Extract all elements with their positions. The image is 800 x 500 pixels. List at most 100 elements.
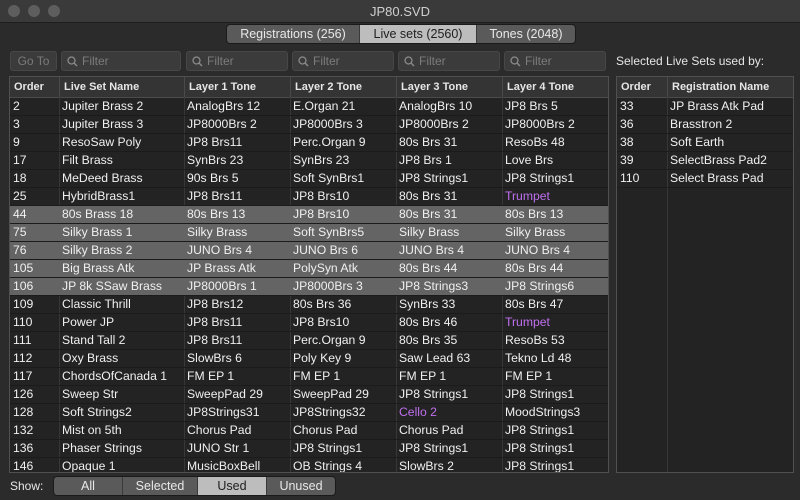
table-cell: Cello 2 — [399, 405, 437, 419]
table-cell: ResoBs 48 — [505, 135, 565, 149]
show-label: Show: — [10, 479, 44, 493]
tab-registrations[interactable]: Registrations (256) — [227, 25, 360, 43]
show-used-option[interactable]: Used — [198, 477, 267, 495]
table-row[interactable]: 111 Stand Tall 2 JP8 Brs11 Perc.Organ 9 80s … — [10, 332, 608, 350]
registration-row[interactable]: 36 Brasstron 2 — [617, 116, 793, 134]
table-cell: 75 — [13, 225, 27, 239]
search-icon — [404, 55, 415, 66]
table-row[interactable]: 2 Jupiter Brass 2 AnalogBrs 12 E.Organ 21 An… — [10, 98, 608, 116]
table-cell: 90s Brs 5 — [187, 171, 239, 185]
filter-layer2-input[interactable] — [309, 54, 393, 68]
table-cell: 44 — [13, 207, 27, 221]
registration-cell: Brasstron 2 — [670, 117, 733, 131]
table-row[interactable]: 105 Big Brass Atk JP Brass Atk PolySyn Atk 8… — [10, 260, 608, 278]
show-filter-segment: All Selected Used Unused — [53, 476, 336, 496]
table-row[interactable]: 75 Silky Brass 1 Silky Brass Soft SynBrs5 Si… — [10, 224, 608, 242]
table-cell: JP8000Brs 2 — [187, 117, 257, 131]
table-cell: JP8000Brs 3 — [293, 279, 363, 293]
table-cell: Jupiter Brass 3 — [62, 117, 144, 131]
table-row[interactable]: 9 ResoSaw Poly JP8 Brs11 Perc.Organ 9 80s Br… — [10, 134, 608, 152]
table-row[interactable]: 3 Jupiter Brass 3 JP8000Brs 2 JP8000Brs 3 JP… — [10, 116, 608, 134]
right-column-header-order[interactable]: Order — [617, 77, 667, 97]
column-header-order[interactable]: Order — [10, 77, 59, 97]
right-table-body: 33 JP Brass Atk Pad 36 Brasstron 2 38 Soft Ea… — [617, 98, 793, 188]
table-cell: JP8 Brs 1 — [399, 153, 452, 167]
column-header-layer4[interactable]: Layer 4 Tone — [502, 77, 608, 97]
table-row[interactable]: 146 Opaque 1 MusicBoxBell OB Strings 4 SlowB… — [10, 458, 608, 473]
table-cell: JP8 Strings1 — [505, 459, 575, 473]
table-row[interactable]: 126 Sweep Str SweepPad 29 SweepPad 29 JP8 St… — [10, 386, 608, 404]
table-row[interactable]: 109 Classic Thrill JP8 Brs12 80s Brs 36 SynB… — [10, 296, 608, 314]
filter-name-input[interactable] — [78, 54, 162, 68]
table-row[interactable]: 136 Phaser Strings JUNO Str 1 JP8 Strings1 J… — [10, 440, 608, 458]
filter-layer2-field[interactable] — [292, 51, 394, 71]
registration-row[interactable]: 110 Select Brass Pad — [617, 170, 793, 188]
table-cell: JP8 Brs10 — [293, 189, 350, 203]
table-row[interactable]: 76 Silky Brass 2 JUNO Brs 4 JUNO Brs 6 JUNO … — [10, 242, 608, 260]
tab-live-sets[interactable]: Live sets (2560) — [360, 25, 477, 43]
filter-layer1-field[interactable] — [186, 51, 288, 71]
table-cell: AnalogBrs 12 — [187, 99, 261, 113]
registration-row[interactable]: 38 Soft Earth — [617, 134, 793, 152]
table-cell: Sweep Str — [62, 387, 119, 401]
table-cell: JP8000Brs 1 — [187, 279, 257, 293]
table-cell: JP8 Brs11 — [187, 135, 243, 149]
filter-name-field[interactable] — [61, 51, 181, 71]
table-cell: JP8 Brs11 — [187, 333, 243, 347]
filter-layer3-input[interactable] — [415, 54, 499, 68]
filter-layer1-input[interactable] — [203, 54, 287, 68]
right-column-header-registration-name[interactable]: Registration Name — [667, 77, 793, 97]
registration-cell: 110 — [620, 171, 640, 185]
registration-row[interactable]: 33 JP Brass Atk Pad — [617, 98, 793, 116]
table-cell: 105 — [13, 261, 34, 275]
table-row[interactable]: 17 Filt Brass SynBrs 23 SynBrs 23 JP8 Brs 1 L… — [10, 152, 608, 170]
search-icon — [67, 55, 78, 66]
table-cell: 110 — [13, 315, 33, 329]
table-cell: SweepPad 29 — [293, 387, 369, 401]
table-cell: SynBrs 23 — [187, 153, 244, 167]
table-header: Order Live Set Name Layer 1 Tone Layer 2… — [10, 77, 608, 98]
go-to-field[interactable]: Go To — [10, 51, 57, 71]
table-row[interactable]: 128 Soft Strings2 JP8Strings31 JP8Strings32… — [10, 404, 608, 422]
registration-row[interactable]: 39 SelectBrass Pad2 — [617, 152, 793, 170]
column-header-layer1[interactable]: Layer 1 Tone — [184, 77, 290, 97]
registration-cell: JP Brass Atk Pad — [670, 99, 764, 113]
registration-cell: 33 — [620, 99, 634, 113]
table-cell: 80s Brs 44 — [399, 261, 458, 275]
search-icon — [298, 55, 309, 66]
column-header-layer3[interactable]: Layer 3 Tone — [396, 77, 502, 97]
table-row[interactable]: 112 Oxy Brass SlowBrs 6 Poly Key 9 Saw Lead … — [10, 350, 608, 368]
table-row[interactable]: 106 JP 8k SSaw Brass JP8000Brs 1 JP8000Brs … — [10, 278, 608, 296]
column-header-live-set-name[interactable]: Live Set Name — [59, 77, 184, 97]
column-header-layer2[interactable]: Layer 2 Tone — [290, 77, 396, 97]
show-unused-option[interactable]: Unused — [267, 477, 335, 495]
table-cell: SynBrs 33 — [399, 297, 456, 311]
table-cell: Silky Brass 1 — [62, 225, 133, 239]
filter-layer3-field[interactable] — [398, 51, 500, 71]
tab-tones[interactable]: Tones (2048) — [477, 25, 575, 43]
table-cell: 80s Brs 13 — [505, 207, 564, 221]
table-cell: 80s Brass 18 — [62, 207, 134, 221]
table-cell: 80s Brs 44 — [505, 261, 564, 275]
show-selected-option[interactable]: Selected — [123, 477, 198, 495]
table-row[interactable]: 132 Mist on 5th Chorus Pad Chorus Pad Chorus… — [10, 422, 608, 440]
table-cell: JP8 Brs 5 — [505, 99, 558, 113]
table-row[interactable]: 117 ChordsOfCanada 1 FM EP 1 FM EP 1 FM EP 1… — [10, 368, 608, 386]
filter-layer4-input[interactable] — [521, 54, 605, 68]
table-cell: Filt Brass — [62, 153, 113, 167]
table-cell: FM EP 1 — [187, 369, 235, 383]
table-cell: Poly Key 9 — [293, 351, 352, 365]
table-cell: Love Brs — [505, 153, 554, 167]
table-row[interactable]: 25 HybridBrass1 JP8 Brs11 JP8 Brs10 80s Brs … — [10, 188, 608, 206]
table-cell: 146 — [13, 459, 34, 473]
filter-layer4-field[interactable] — [504, 51, 606, 71]
table-row[interactable]: 110 Power JP JP8 Brs11 JP8 Brs10 80s Brs 46 T… — [10, 314, 608, 332]
table-cell: Power JP — [62, 315, 115, 329]
table-cell: MeDeed Brass — [62, 171, 143, 185]
table-cell: 9 — [13, 135, 20, 149]
table-cell: Silky Brass 2 — [62, 243, 133, 257]
table-row[interactable]: 18 MeDeed Brass 90s Brs 5 Soft SynBrs1 JP8 S… — [10, 170, 608, 188]
table-row[interactable]: 44 80s Brass 18 80s Brs 13 JP8 Brs10 80s Brs… — [10, 206, 608, 224]
table-cell: SynBrs 23 — [293, 153, 350, 167]
show-all-option[interactable]: All — [54, 477, 123, 495]
